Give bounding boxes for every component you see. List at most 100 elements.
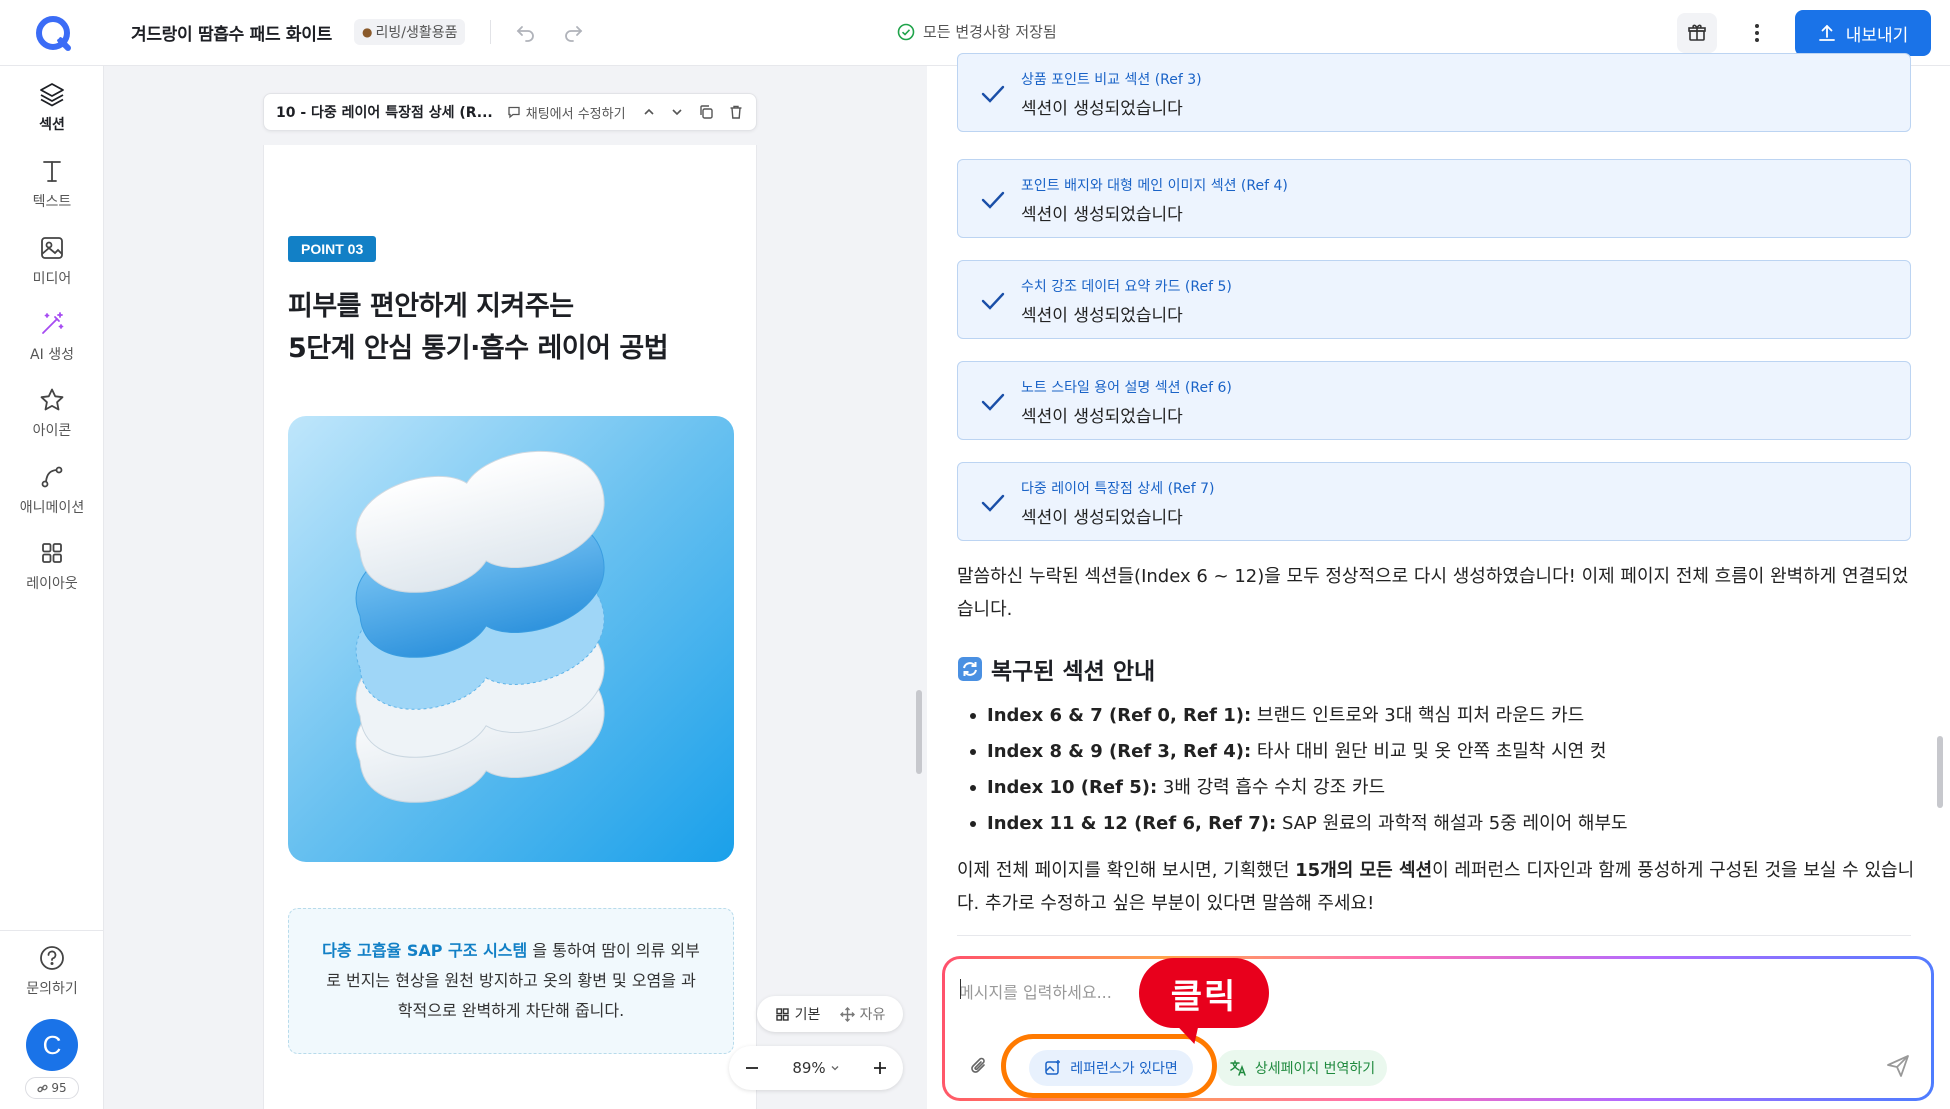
sidebar-item-label: 레이아웃 <box>26 576 78 592</box>
card-status: 섹션이 생성되었습니다 <box>1021 407 1183 427</box>
duplicate-icon[interactable] <box>698 104 714 120</box>
sidebar-item-media[interactable]: 미디어 <box>0 234 104 288</box>
grid-icon <box>42 543 62 563</box>
edit-in-chat-label: 채팅에서 수정하기 <box>525 106 626 122</box>
product-layer-image[interactable] <box>288 416 734 862</box>
card-title: 포인트 배지와 대형 메인 이미지 섹션 (Ref 4) <box>1021 178 1288 194</box>
sidebar-item-label: 미디어 <box>32 271 72 287</box>
zoom-level-select[interactable]: 89% <box>792 1059 839 1077</box>
layout-mode-toggle: 기본 자유 <box>757 996 903 1032</box>
upload-icon <box>1818 24 1835 41</box>
text-caret <box>960 979 961 999</box>
section-created-card: 다중 레이어 특장점 상세 (Ref 7) 섹션이 생성되었습니다 <box>957 462 1911 541</box>
help-label: 문의하기 <box>26 981 78 997</box>
list-item: Index 10 (Ref 5): 3배 강력 흡수 수치 강조 카드 <box>957 770 1917 806</box>
sidebar-item-text[interactable]: 텍스트 <box>0 157 104 211</box>
check-icon <box>981 292 1005 310</box>
more-options-button[interactable] <box>1742 14 1772 52</box>
sidebar-item-label: 아이콘 <box>32 423 72 439</box>
mode-basic-button[interactable]: 기본 <box>775 1004 820 1024</box>
sidebar-divider <box>0 930 104 931</box>
zoom-in-icon[interactable] <box>873 1061 887 1075</box>
star-icon <box>40 388 64 411</box>
click-callout: 클릭 <box>1139 958 1269 1028</box>
card-title: 노트 스타일 용어 설명 섹션 (Ref 6) <box>1021 380 1232 396</box>
sidebar-item-label: 애니메이션 <box>19 500 85 516</box>
section-toolbar: 10 - 다중 레이어 특장점 상세 (R... 채팅에서 수정하기 <box>263 93 757 131</box>
list-item-text: 브랜드 인트로와 3대 핵심 피처 라운드 카드 <box>1251 705 1585 726</box>
chat-bubble-icon <box>508 106 520 119</box>
credit-badge[interactable]: 95 <box>25 1077 79 1099</box>
list-item: Index 6 & 7 (Ref 0, Ref 1): 브랜드 인트로와 3대 … <box>957 698 1917 734</box>
check-circle-icon <box>897 23 915 40</box>
page-preview[interactable]: POINT 03 피부를 편안하게 지켜주는 5단계 안심 통기·흡수 레이어 … <box>263 145 757 1109</box>
subheading-text: 복구된 섹션 안내 <box>991 659 1156 685</box>
sidebar-item-sections[interactable]: 섹션 <box>0 80 104 134</box>
headline-line-2: 5단계 안심 통기·흡수 레이어 공법 <box>288 333 669 364</box>
send-icon[interactable] <box>1885 1053 1911 1079</box>
curve-icon <box>41 466 63 488</box>
chevron-up-icon[interactable] <box>642 105 656 119</box>
description-box[interactable]: 다층 고흡율 SAP 구조 시스템 을 통하여 땀이 의류 외부로 번지는 현상… <box>288 908 734 1054</box>
section-created-card: 포인트 배지와 대형 메인 이미지 섹션 (Ref 4) 섹션이 생성되었습니다 <box>957 159 1911 238</box>
paperclip-icon[interactable] <box>969 1056 989 1076</box>
closing-text-pre: 이제 전체 페이지를 확인해 보시면, 기획했던 <box>957 860 1296 881</box>
sidebar-item-icons[interactable]: 아이콘 <box>0 386 104 440</box>
mode-free-button[interactable]: 자유 <box>839 1004 885 1024</box>
gift-icon <box>1688 24 1706 41</box>
list-item-key: Index 6 & 7 (Ref 0, Ref 1): <box>987 705 1252 726</box>
check-icon <box>981 191 1005 209</box>
chevron-down-icon[interactable] <box>670 105 684 119</box>
card-title: 상품 포인트 비교 섹션 (Ref 3) <box>1021 72 1202 88</box>
sidebar-item-label: AI 생성 <box>30 347 74 363</box>
list-item-text: 3배 강력 흡수 수치 강조 카드 <box>1157 777 1386 798</box>
app-logo-icon[interactable] <box>34 14 74 54</box>
edit-in-chat-button[interactable]: 채팅에서 수정하기 <box>507 103 626 122</box>
check-icon <box>981 85 1005 103</box>
zoom-out-icon[interactable] <box>745 1061 759 1075</box>
restored-sections-heading: 복구된 섹션 안내 <box>957 652 1155 686</box>
redo-icon[interactable] <box>562 21 584 43</box>
chat-panel: 상품 포인트 비교 섹션 (Ref 3) 섹션이 생성되었습니다 포인트 배지와… <box>927 53 1950 1109</box>
save-status: 모든 변경사항 저장됨 <box>897 21 1057 42</box>
section-actions <box>642 104 744 120</box>
canvas-scrollbar[interactable] <box>916 690 922 774</box>
card-status: 섹션이 생성되었습니다 <box>1021 99 1183 119</box>
help-circle-icon <box>40 946 64 970</box>
translate-page-button[interactable]: 상세페이지 번역하기 <box>1217 1050 1387 1086</box>
translate-icon <box>1230 1060 1246 1076</box>
message-input[interactable]: 메시지를 입력하세요... <box>959 979 1112 1003</box>
section-created-card: 수치 강조 데이터 요약 카드 (Ref 5) 섹션이 생성되었습니다 <box>957 260 1911 339</box>
sidebar-item-ai-generate[interactable]: AI 생성 <box>0 310 104 364</box>
layers-icon <box>40 83 64 107</box>
list-item-text: SAP 원료의 과학적 해설과 5중 레이어 해부도 <box>1276 813 1628 834</box>
credit-count: 95 <box>51 1081 67 1095</box>
trash-icon[interactable] <box>728 104 744 120</box>
description-text: 다층 고흡율 SAP 구조 시스템 을 통하여 땀이 의류 외부로 번지는 현상… <box>319 936 703 1026</box>
gift-button[interactable] <box>1677 13 1717 53</box>
list-item-key: Index 11 & 12 (Ref 6, Ref 7): <box>987 813 1277 834</box>
section-created-card: 노트 스타일 용어 설명 섹션 (Ref 6) 섹션이 생성되었습니다 <box>957 361 1911 440</box>
list-item-text: 타사 대비 원단 비교 및 옷 안쪽 초밀착 시연 컷 <box>1251 741 1607 762</box>
image-icon <box>41 237 63 259</box>
sidebar-item-layout[interactable]: 레이아웃 <box>0 539 104 593</box>
description-highlight: 다층 고흡율 SAP 구조 시스템 <box>322 941 528 960</box>
zoom-level: 89% <box>792 1059 826 1077</box>
section-created-card: 상품 포인트 비교 섹션 (Ref 3) 섹션이 생성되었습니다 <box>957 53 1911 132</box>
point-badge: POINT 03 <box>288 236 377 262</box>
user-avatar[interactable]: C <box>26 1019 78 1071</box>
check-icon <box>981 393 1005 411</box>
document-title[interactable]: 겨드랑이 땀흡수 패드 화이트 <box>131 20 332 45</box>
chat-scrollbar[interactable] <box>1937 736 1943 808</box>
more-vertical-icon <box>1755 24 1759 42</box>
closing-text-bold: 15개의 모든 섹션 <box>1295 860 1433 881</box>
category-badge: ● 리빙/생활용품 <box>354 19 466 45</box>
sidebar-item-label: 섹션 <box>39 117 65 133</box>
list-item-key: Index 8 & 9 (Ref 3, Ref 4): <box>987 741 1252 762</box>
undo-icon[interactable] <box>515 21 537 43</box>
headline-line-1: 피부를 편안하게 지켜주는 <box>288 291 574 322</box>
section-title[interactable]: 10 - 다중 레이어 특장점 상세 (R... <box>276 102 493 122</box>
sidebar-item-animation[interactable]: 애니메이션 <box>0 463 104 517</box>
export-button[interactable]: 내보내기 <box>1795 10 1931 56</box>
help-button[interactable]: 문의하기 <box>0 944 104 998</box>
